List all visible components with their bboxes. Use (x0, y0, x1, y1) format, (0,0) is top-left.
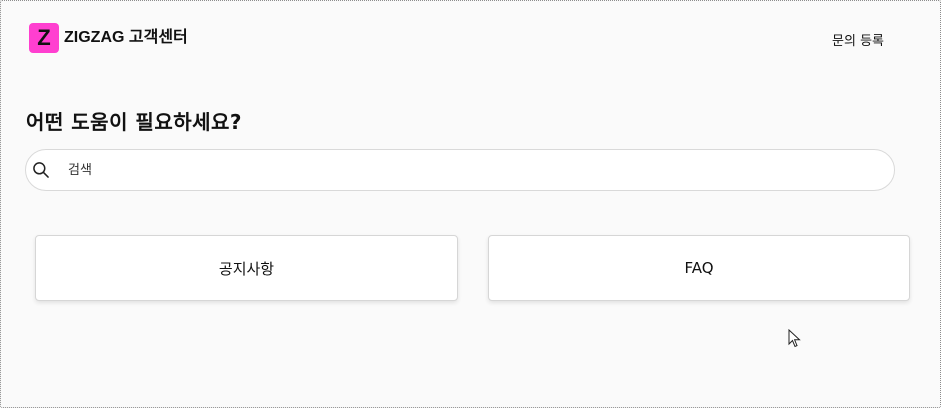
logo-letter: Z (37, 25, 51, 50)
search-bar[interactable] (25, 149, 895, 191)
search-icon[interactable] (31, 160, 51, 180)
inquiry-register-link[interactable]: 문의 등록 (832, 30, 884, 49)
notice-card-label: 공지사항 (218, 259, 275, 278)
page-frame: Z ZIGZAG 고객센터 문의 등록 어떤 도움이 필요하세요? 공지사항 F… (0, 0, 941, 408)
notice-card-button[interactable]: 공지사항 (35, 235, 458, 301)
mouse-pointer-icon (788, 329, 801, 348)
header: Z ZIGZAG 고객센터 (29, 23, 188, 53)
faq-card-button[interactable]: FAQ (488, 235, 910, 301)
zigzag-logo-icon[interactable]: Z (29, 23, 59, 53)
page-title: 어떤 도움이 필요하세요? (26, 110, 243, 134)
search-input[interactable] (66, 161, 830, 179)
faq-card-label: FAQ (684, 259, 714, 277)
brand-title[interactable]: ZIGZAG 고객센터 (64, 23, 188, 47)
